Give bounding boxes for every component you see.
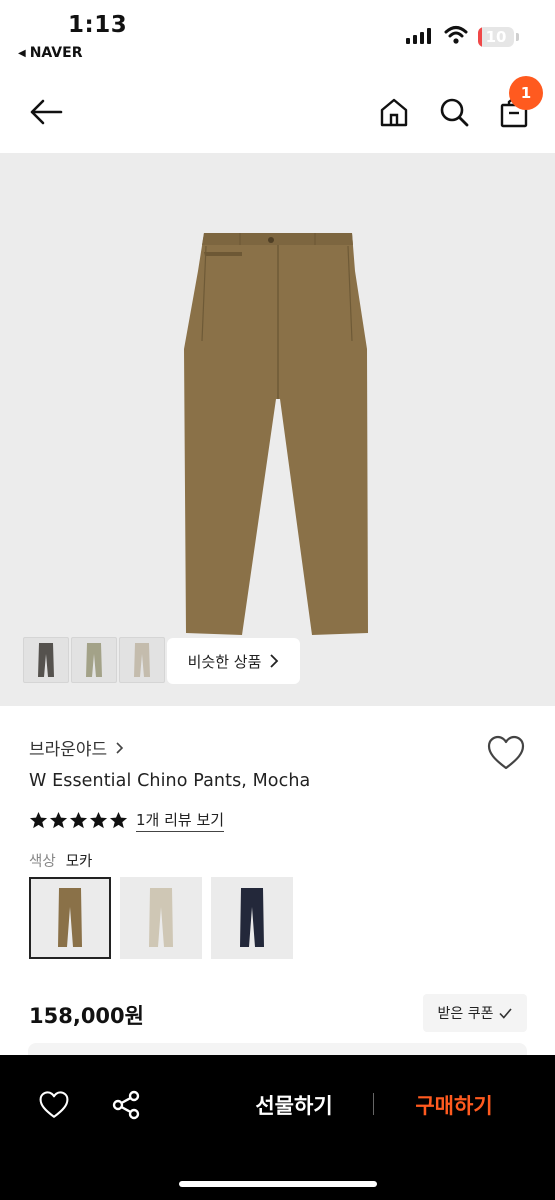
back-button[interactable] (24, 90, 68, 134)
wishlist-button[interactable] (34, 1085, 74, 1125)
back-to-app-link[interactable]: ◀ NAVER (18, 45, 82, 61)
home-indicator (179, 1181, 377, 1187)
star-icon (49, 811, 68, 829)
thumbnail-beige[interactable] (119, 637, 165, 683)
gift-button[interactable]: 선물하기 (238, 1085, 350, 1125)
status-time: 1:13 (68, 12, 128, 38)
cart-count-badge: 1 (509, 76, 543, 110)
app-header (0, 80, 555, 144)
coupon-label: 받은 쿠폰 (437, 1006, 494, 1022)
rating-stars (29, 811, 128, 830)
star-icon (109, 811, 128, 829)
home-icon (380, 98, 408, 127)
back-app-label: NAVER (29, 45, 83, 61)
product-image (184, 233, 368, 635)
color-label: 색상 (29, 854, 56, 870)
star-icon (69, 811, 88, 829)
share-button[interactable] (106, 1085, 146, 1125)
pants-thumbnail-icon (38, 643, 54, 677)
search-icon (440, 98, 469, 127)
thumbnail-charcoal[interactable] (23, 637, 69, 683)
star-icon (29, 811, 48, 829)
arrow-left-icon (30, 99, 63, 125)
rating-row: 1개 리뷰 보기 (29, 809, 225, 832)
battery-cap (516, 33, 519, 41)
brand-name: 브라운야드 (29, 740, 108, 760)
wifi-icon (444, 26, 468, 44)
color-value: 모카 (65, 854, 93, 870)
product-image-gallery[interactable]: 비슷한 상품 (0, 153, 555, 706)
swatch-navy[interactable] (211, 877, 293, 959)
bottom-action-bar: 선물하기 구매하기 (0, 1055, 555, 1200)
color-row: 색상 모카 (29, 850, 92, 871)
price: 158,000원 (29, 1004, 144, 1028)
pants-thumbnail-icon (86, 643, 102, 677)
divider (373, 1093, 374, 1115)
star-icon (89, 811, 108, 829)
swatch-mocha[interactable] (29, 877, 111, 959)
status-bar: 1:13 ◀ NAVER 10 (0, 0, 555, 70)
check-icon (499, 1007, 513, 1019)
share-icon (112, 1090, 140, 1120)
battery-icon: 10 (478, 27, 514, 47)
similar-products-button[interactable]: 비슷한 상품 (167, 638, 300, 684)
brand-link[interactable]: 브라운야드 (29, 735, 124, 760)
buy-button[interactable]: 구매하기 (398, 1085, 510, 1125)
swatch-beige[interactable] (120, 877, 202, 959)
pants-swatch-icon (149, 888, 173, 947)
home-button[interactable] (372, 90, 416, 134)
heart-icon (39, 1091, 69, 1118)
search-button[interactable] (432, 90, 476, 134)
back-triangle-icon: ◀ (18, 47, 26, 59)
heart-icon[interactable] (486, 734, 526, 772)
pants-thumbnail-icon (134, 643, 150, 677)
pants-swatch-icon (58, 888, 82, 947)
thumbnail-khaki[interactable] (71, 637, 117, 683)
similar-products-label: 비슷한 상품 (187, 652, 262, 671)
chevron-right-icon (116, 741, 124, 754)
pants-swatch-icon (240, 888, 264, 947)
cellular-signal-icon (406, 28, 431, 44)
product-name: W Essential Chino Pants, Mocha (29, 771, 311, 791)
received-coupon-button[interactable]: 받은 쿠폰 (423, 994, 527, 1032)
review-link[interactable]: 1개 리뷰 보기 (136, 809, 225, 832)
battery-percent: 10 (485, 28, 507, 46)
chevron-right-icon (270, 654, 279, 668)
